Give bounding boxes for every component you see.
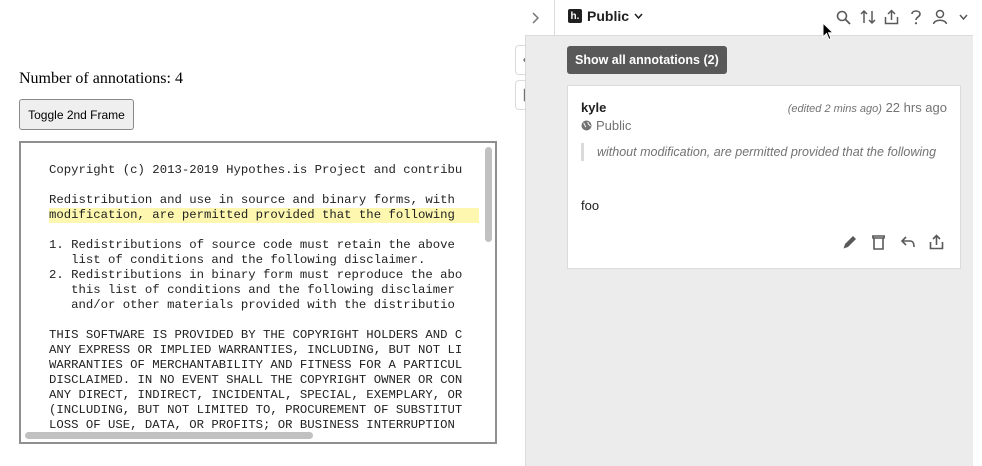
text-line: and/or other materials provided with the… xyxy=(49,298,455,312)
annotation-privacy: Public xyxy=(581,118,631,133)
vertical-scrollbar[interactable] xyxy=(485,147,492,242)
delete-icon[interactable] xyxy=(869,232,888,251)
annotation-username[interactable]: kyle xyxy=(581,100,606,115)
sidebar-topbar: h. Public xyxy=(516,0,973,36)
annotation-timestamp[interactable]: (edited 2 mins ago) 22 hrs ago xyxy=(788,100,947,115)
annotation-body: foo xyxy=(581,198,600,213)
annotation-quote: without modification, are permitted prov… xyxy=(581,143,947,161)
license-iframe[interactable]: Copyright (c) 2013-2019 Hypothes.is Proj… xyxy=(19,141,497,444)
edit-icon[interactable] xyxy=(840,232,859,251)
reply-icon[interactable] xyxy=(898,232,917,251)
globe-icon xyxy=(581,120,592,131)
text-line: ANY DIRECT, INDIRECT, INCIDENTAL, SPECIA… xyxy=(49,388,463,402)
text-line: WARRANTIES OF MERCHANTABILITY AND FITNES… xyxy=(49,358,463,372)
search-icon[interactable] xyxy=(834,6,853,28)
mouse-cursor-icon xyxy=(822,22,834,41)
text-line: Redistribution and use in source and bin… xyxy=(49,193,455,207)
annotation-count: Number of annotations: 4 xyxy=(19,70,183,87)
privacy-label: Public xyxy=(596,118,632,133)
scope-selector[interactable]: h. Public xyxy=(568,8,643,24)
text-line: DISCLAIMED. IN NO EVENT SHALL THE COPYRI… xyxy=(49,373,463,387)
chevron-right-icon xyxy=(532,11,539,24)
text-line: (INCLUDING, BUT NOT LIMITED TO, PROCUREM… xyxy=(49,403,463,417)
text-line: this list of conditions and the followin… xyxy=(49,283,455,297)
show-all-annotations-button[interactable]: Show all annotations (2) xyxy=(567,46,727,74)
text-line: Copyright (c) 2013-2019 Hypothes.is Proj… xyxy=(49,163,463,177)
text-line: ANY EXPRESS OR IMPLIED WARRANTIES, INCLU… xyxy=(49,343,463,357)
created-time[interactable]: 22 hrs ago xyxy=(886,100,947,115)
license-text: Copyright (c) 2013-2019 Hypothes.is Proj… xyxy=(49,163,479,433)
text-line: 2. Redistributions in binary form must r… xyxy=(49,268,463,282)
sort-icon[interactable] xyxy=(858,6,877,28)
scope-label: Public xyxy=(587,8,630,24)
hypothesis-logo: h. xyxy=(568,9,582,23)
horizontal-scrollbar[interactable] xyxy=(25,432,313,439)
annotation-card[interactable]: kyle Public (edited 2 mins ago) 22 hrs a… xyxy=(567,85,961,269)
text-line xyxy=(49,223,479,238)
text-line: THIS SOFTWARE IS PROVIDED BY THE COPYRIG… xyxy=(49,328,463,342)
text-line xyxy=(49,313,479,328)
annotation-sidebar: h. Public Show all annotations (2) kyle … xyxy=(515,0,982,466)
chevron-down-icon xyxy=(634,13,643,19)
text-line: list of conditions and the following dis… xyxy=(49,253,426,267)
highlighted-text-line: modification, are permitted provided tha… xyxy=(49,208,479,223)
annotation-actions xyxy=(840,232,946,251)
text-line: 1. Redistributions of source code must r… xyxy=(49,238,455,252)
topbar-icons xyxy=(834,6,973,28)
host-page: Number of annotations: 4 Toggle 2nd Fram… xyxy=(0,0,515,466)
chevron-down-icon[interactable] xyxy=(954,6,973,28)
share-icon[interactable] xyxy=(927,232,946,251)
toggle-frame-button[interactable]: Toggle 2nd Frame xyxy=(19,99,134,130)
sidebar-panel: h. Public Show all annotations (2) kyle … xyxy=(516,0,973,466)
edited-label: (edited 2 mins ago) xyxy=(787,103,882,115)
share-icon[interactable] xyxy=(882,6,901,28)
text-line: LOSS OF USE, DATA, OR PROFITS; OR BUSINE… xyxy=(49,418,455,432)
text-line xyxy=(49,178,479,193)
user-icon[interactable] xyxy=(930,6,949,28)
help-icon[interactable] xyxy=(906,6,925,28)
collapse-sidebar-button[interactable] xyxy=(516,0,555,35)
